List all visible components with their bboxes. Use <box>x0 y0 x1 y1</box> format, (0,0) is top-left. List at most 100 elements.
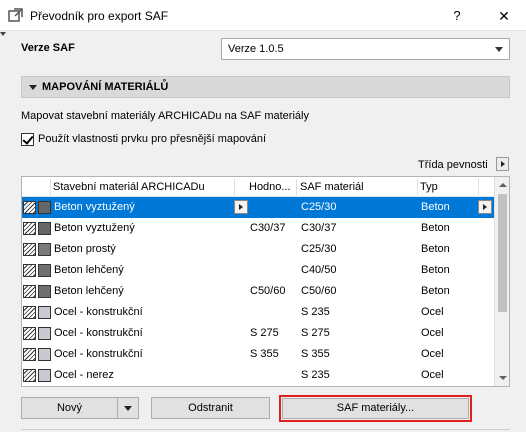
saf-material-cell: S 235 <box>301 306 330 318</box>
material-mapping-section-header[interactable]: MAPOVÁNÍ MATERIÁLŮ <box>21 76 510 98</box>
delete-button[interactable]: Odstranit <box>151 397 270 419</box>
element-properties-checkbox-label: Použít vlastnosti prvku pro přesnější ma… <box>38 133 267 145</box>
type-cell: Beton <box>421 201 450 213</box>
hatch-pattern-icon <box>23 264 36 277</box>
surface-fill-swatch <box>38 222 51 235</box>
value-cell: C30/37 <box>250 222 286 234</box>
hatch-pattern-icon <box>23 201 36 214</box>
saf-materials-highlight: SAF materiály... <box>279 395 472 422</box>
scroll-up-arrow-icon[interactable] <box>499 183 507 187</box>
column-header-archicad-material[interactable]: Stavební materiál ARCHICADu <box>53 181 205 193</box>
table-row[interactable]: Ocel - konstrukční S 355 S 355 Ocel <box>22 344 494 365</box>
hatch-pattern-icon <box>23 348 36 361</box>
column-separator <box>296 179 297 195</box>
material-cell: Beton vyztužený <box>54 201 135 213</box>
saf-material-cell: S 275 <box>301 327 330 339</box>
material-cell: Beton vyztužený <box>54 222 135 234</box>
material-picker-arrow-button[interactable] <box>234 200 248 214</box>
hatch-pattern-icon <box>23 222 36 235</box>
material-cell: Beton lehčený <box>54 285 124 297</box>
type-cell: Beton <box>421 243 450 255</box>
list-vertical-scrollbar[interactable] <box>494 177 509 386</box>
type-cell: Ocel <box>421 369 444 381</box>
column-separator <box>234 179 235 195</box>
type-cell: Ocel <box>421 348 444 360</box>
column-separator <box>478 179 479 195</box>
converter-app-icon <box>8 8 23 22</box>
mapping-description: Mapovat stavební materiály ARCHICADu na … <box>21 110 309 122</box>
help-button[interactable]: ? <box>447 6 467 26</box>
table-row[interactable]: Beton lehčený C50/60 C50/60 Beton <box>22 281 494 302</box>
chevron-down-icon <box>124 406 132 411</box>
material-cell: Ocel - konstrukční <box>54 327 143 339</box>
table-row[interactable]: Ocel - nerez S 235 Ocel <box>22 365 494 386</box>
saf-materials-button[interactable]: SAF materiály... <box>282 398 469 419</box>
type-cell: Beton <box>421 264 450 276</box>
close-button[interactable]: ✕ <box>494 6 514 26</box>
material-cell: Ocel - konstrukční <box>54 306 143 318</box>
collapse-triangle-icon <box>29 85 37 90</box>
type-picker-arrow-button[interactable] <box>478 200 492 214</box>
surface-fill-swatch <box>38 201 51 214</box>
material-cell: Beton prostý <box>54 243 116 255</box>
scroll-down-arrow-icon[interactable] <box>499 376 507 380</box>
saf-material-cell: C40/50 <box>301 264 337 276</box>
title-bar: Převodník pro export SAF ? ✕ <box>0 0 526 31</box>
strength-class-arrow-button[interactable] <box>496 157 509 171</box>
table-row[interactable]: Ocel - konstrukční S 235 Ocel <box>22 302 494 323</box>
saf-version-dropdown[interactable]: Verze 1.0.5 <box>221 38 510 60</box>
column-separator <box>417 179 418 195</box>
value-cell: S 355 <box>250 348 279 360</box>
surface-fill-swatch <box>38 348 51 361</box>
scroll-thumb[interactable] <box>498 194 507 312</box>
bottom-divider <box>21 429 510 430</box>
surface-fill-swatch <box>38 369 51 382</box>
type-cell: Ocel <box>421 327 444 339</box>
material-cell: Beton lehčený <box>54 264 124 276</box>
saf-version-value: Verze 1.0.5 <box>228 43 284 55</box>
surface-fill-swatch <box>38 243 51 256</box>
new-dropdown-button[interactable] <box>117 397 139 419</box>
type-cell: Beton <box>421 285 450 297</box>
table-row[interactable]: Beton vyztužený C30/37 C30/37 Beton <box>22 218 494 239</box>
hatch-pattern-icon <box>23 243 36 256</box>
type-cell: Ocel <box>421 306 444 318</box>
list-header: Stavební materiál ARCHICADu Hodno... SAF… <box>22 177 494 197</box>
hatch-pattern-icon <box>23 285 36 298</box>
table-row[interactable]: Beton vyztužený C25/30 Beton <box>22 197 494 218</box>
hatch-pattern-icon <box>23 369 36 382</box>
saf-material-cell: C30/37 <box>301 222 337 234</box>
window-title: Převodník pro export SAF <box>30 9 169 23</box>
hatch-pattern-icon <box>23 306 36 319</box>
material-cell: Ocel - konstrukční <box>54 348 143 360</box>
table-row[interactable]: Ocel - konstrukční S 275 S 275 Ocel <box>22 323 494 344</box>
saf-material-cell: C50/60 <box>301 285 337 297</box>
type-cell: Beton <box>421 222 450 234</box>
value-cell: C50/60 <box>250 285 286 297</box>
surface-fill-swatch <box>38 306 51 319</box>
table-row[interactable]: Beton prostý C25/30 Beton <box>22 239 494 260</box>
pin-marker-icon <box>0 32 6 36</box>
section-title: MAPOVÁNÍ MATERIÁLŮ <box>42 81 169 93</box>
column-header-saf-material[interactable]: SAF materiál <box>300 181 364 193</box>
surface-fill-swatch <box>38 285 51 298</box>
hatch-pattern-icon <box>23 327 36 340</box>
column-header-type[interactable]: Typ <box>420 181 438 193</box>
column-header-value[interactable]: Hodno... <box>249 181 291 193</box>
value-cell: S 275 <box>250 327 279 339</box>
saf-material-cell: S 355 <box>301 348 330 360</box>
saf-material-cell: C25/30 <box>301 201 337 213</box>
saf-material-cell: C25/30 <box>301 243 337 255</box>
strength-class-label: Třída pevnosti <box>418 159 488 171</box>
material-mapping-list[interactable]: Stavební materiál ARCHICADu Hodno... SAF… <box>21 176 510 387</box>
material-cell: Ocel - nerez <box>54 369 114 381</box>
element-properties-checkbox[interactable] <box>21 133 34 146</box>
surface-fill-swatch <box>38 264 51 277</box>
saf-material-cell: S 235 <box>301 369 330 381</box>
surface-fill-swatch <box>38 327 51 340</box>
table-row[interactable]: Beton lehčený C40/50 Beton <box>22 260 494 281</box>
saf-version-label: Verze SAF <box>21 42 75 54</box>
chevron-down-icon <box>495 47 503 52</box>
column-separator <box>50 179 51 195</box>
new-button[interactable]: Nový <box>21 397 118 419</box>
